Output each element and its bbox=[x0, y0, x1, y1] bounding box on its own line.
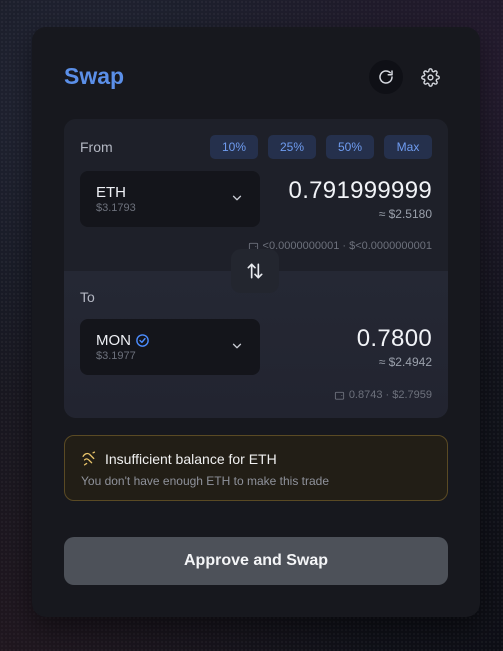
to-amount: 0.7800 bbox=[356, 325, 432, 352]
warning-title: Insufficient balance for ETH bbox=[105, 451, 277, 467]
chevron-down-icon bbox=[232, 343, 242, 349]
to-fiat-value: ≈ $2.4942 bbox=[378, 355, 432, 369]
percentage-buttons: 10% 25% 50% Max bbox=[210, 135, 432, 159]
from-amount[interactable]: 0.791999999 bbox=[262, 177, 432, 205]
swap-direction-button[interactable] bbox=[231, 249, 279, 293]
percent-25-button[interactable]: 25% bbox=[268, 135, 316, 159]
swap-arrows-icon bbox=[247, 263, 263, 279]
settings-button[interactable] bbox=[413, 60, 447, 94]
swap-panel: From 10% 25% 50% Max ETH $3.1793 0.79199… bbox=[64, 119, 448, 418]
warning-icon bbox=[82, 451, 96, 466]
from-token-select[interactable]: ETH $3.1793 bbox=[80, 171, 260, 227]
warning-text: You don't have enough ETH to make this t… bbox=[81, 474, 330, 488]
to-balance: 0.8743 · $2.7959 bbox=[334, 389, 432, 401]
from-amount-field[interactable]: 0.791999999 ≈ $2.5180 bbox=[262, 177, 432, 221]
to-section: To MON $3.1977 0.7800 ≈ $2.4942 0.8743 ·… bbox=[64, 271, 448, 418]
to-token-symbol-text: MON bbox=[96, 332, 131, 349]
approve-and-swap-button[interactable]: Approve and Swap bbox=[64, 537, 448, 585]
refresh-icon bbox=[379, 70, 393, 84]
percent-50-button[interactable]: 50% bbox=[326, 135, 374, 159]
to-amount-field: 0.7800 ≈ $2.4942 bbox=[262, 325, 432, 369]
gear-icon bbox=[420, 67, 440, 87]
verified-badge-icon bbox=[136, 334, 149, 347]
chevron-down-icon bbox=[232, 195, 242, 201]
to-token-price: $3.1977 bbox=[96, 350, 136, 362]
max-button[interactable]: Max bbox=[384, 135, 432, 159]
to-token-symbol: MON bbox=[96, 332, 150, 349]
from-balance-text: <0.0000000001 · $<0.0000000001 bbox=[262, 240, 432, 252]
page-title: Swap bbox=[64, 63, 125, 89]
to-token-select[interactable]: MON $3.1977 bbox=[80, 319, 260, 375]
from-fiat-value: ≈ $2.5180 bbox=[378, 207, 432, 221]
from-token-price: $3.1793 bbox=[96, 202, 136, 214]
from-label: From bbox=[80, 139, 113, 155]
from-token-symbol: ETH bbox=[96, 184, 126, 201]
to-balance-text: 0.8743 · $2.7959 bbox=[348, 389, 432, 401]
from-token-symbol-text: ETH bbox=[96, 184, 126, 201]
refresh-button[interactable] bbox=[369, 60, 403, 94]
percent-10-button[interactable]: 10% bbox=[210, 135, 258, 159]
insufficient-balance-warning: Insufficient balance for ETH You don't h… bbox=[64, 435, 448, 501]
swap-card: Swap From 10% 25% 50% Max ETH $3.1793 0.… bbox=[32, 27, 480, 617]
wallet-icon bbox=[334, 391, 344, 400]
to-label: To bbox=[80, 289, 95, 305]
